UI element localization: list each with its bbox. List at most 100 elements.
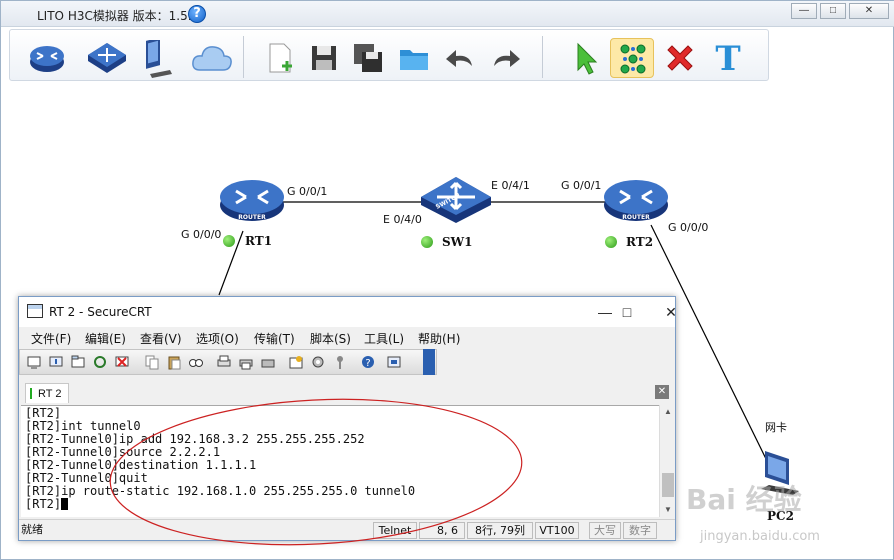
session-options-icon[interactable] xyxy=(288,354,304,370)
scrollbar-thumb[interactable] xyxy=(662,473,674,497)
new-file-icon xyxy=(269,43,292,73)
paste-icon[interactable] xyxy=(166,354,182,370)
text-icon: T xyxy=(715,40,740,76)
delete-tool-button[interactable] xyxy=(658,38,702,78)
router-icon[interactable]: ROUTER xyxy=(603,177,669,223)
status-emulation: VT100 xyxy=(535,522,579,539)
crt-title: RT 2 - SecureCRT xyxy=(49,305,152,319)
keymap-icon[interactable] xyxy=(332,354,348,370)
app-title: LITO H3C模拟器 版本：1.5.2 xyxy=(37,9,200,23)
status-led-rt2 xyxy=(605,236,617,248)
status-rows-cols: 8行, 79列 xyxy=(467,522,533,539)
scroll-up-arrow-icon[interactable]: ▲ xyxy=(660,405,676,419)
find-icon[interactable] xyxy=(188,354,204,370)
port-label-rt2-g000: G 0/0/0 xyxy=(668,221,709,234)
menu-script[interactable]: 脚本(S) xyxy=(310,330,351,347)
delete-x-icon xyxy=(667,45,693,71)
text-tool-button[interactable]: T xyxy=(706,38,750,78)
reconnect-icon[interactable] xyxy=(92,354,108,370)
print-selection-icon[interactable] xyxy=(238,354,254,370)
menu-view[interactable]: 查看(V) xyxy=(140,330,182,347)
disconnect-icon[interactable] xyxy=(114,354,130,370)
title-bar: LITO H3C模拟器 版本：1.5.2 ? — □ ✕ xyxy=(1,1,894,27)
main-toolbar: T xyxy=(9,29,769,81)
undo-button[interactable] xyxy=(438,38,482,78)
menu-transfer[interactable]: 传输(T) xyxy=(254,330,295,347)
crt-status-bar: 就绪 Telnet 8, 6 8行, 79列 VT100 大写 数字 xyxy=(19,519,675,540)
connect-tool-button[interactable] xyxy=(610,38,654,78)
router-icon-label: ROUTER xyxy=(622,214,650,221)
menu-edit[interactable]: 编辑(E) xyxy=(85,330,126,347)
help-icon[interactable]: ? xyxy=(360,354,376,370)
switch-icon[interactable]: SWITCH xyxy=(419,175,493,225)
menu-tools[interactable]: 工具(L) xyxy=(364,330,404,347)
device-name-rt1: RT1 xyxy=(245,234,273,248)
quick-connect-icon[interactable] xyxy=(48,354,64,370)
crt-close-button[interactable]: ✕ xyxy=(649,301,693,323)
port-label-rt1-g001: G 0/0/1 xyxy=(287,185,328,198)
terminal-line: [RT2]ip route-static 192.168.1.0 255.255… xyxy=(25,484,416,498)
save-button[interactable] xyxy=(302,38,346,78)
minimize-button[interactable]: — xyxy=(791,3,817,19)
device-name-rt2: RT2 xyxy=(626,235,654,249)
crt-toolbar: ? xyxy=(19,349,437,375)
nic-label-pc2: 网卡 xyxy=(765,421,787,434)
scroll-down-arrow-icon[interactable]: ▼ xyxy=(660,503,676,517)
help-circle-icon[interactable]: ? xyxy=(188,5,206,23)
switch-icon xyxy=(88,43,126,73)
router-icon-label: ROUTER xyxy=(238,214,266,221)
tab-rt2[interactable]: RT 2 xyxy=(25,383,69,403)
status-num: 数字 xyxy=(623,522,657,539)
maximize-button[interactable]: □ xyxy=(820,3,846,19)
redo-icon xyxy=(494,50,520,67)
securecrt-window: RT 2 - SecureCRT — □ ✕ 文件(F) 编辑(E) 查看(V)… xyxy=(18,296,677,541)
crt-title-bar: RT 2 - SecureCRT — □ ✕ xyxy=(19,297,677,327)
copy-icon[interactable] xyxy=(144,354,160,370)
print-icon[interactable] xyxy=(260,354,276,370)
session-tab-icon[interactable] xyxy=(70,354,86,370)
watermark-logo: Bai 经验 xyxy=(686,483,802,516)
toolbar-overflow-button[interactable] xyxy=(423,349,435,375)
menu-file[interactable]: 文件(F) xyxy=(31,330,71,347)
select-tool-button[interactable] xyxy=(564,38,608,78)
cloud-tool-button[interactable] xyxy=(186,38,232,78)
svg-text:T: T xyxy=(715,40,740,76)
router-icon[interactable]: ROUTER xyxy=(219,177,285,223)
status-led-rt1 xyxy=(223,235,235,247)
router-tool-button[interactable] xyxy=(24,38,68,78)
terminal-scrollbar[interactable]: ▲ ▼ xyxy=(659,405,675,517)
undo-icon xyxy=(446,50,472,67)
pointer-icon xyxy=(577,42,598,75)
tab-connected-indicator xyxy=(30,388,32,399)
crt-maximize-button[interactable]: □ xyxy=(605,301,649,323)
folder-icon xyxy=(400,50,428,70)
save-as-icon xyxy=(354,44,382,72)
terminal-output[interactable]: [RT2] [RT2]int tunnel0 [RT2-Tunnel0]ip a… xyxy=(21,405,659,517)
global-options-icon[interactable] xyxy=(310,354,326,370)
menu-options[interactable]: 选项(O) xyxy=(196,330,239,347)
toolbar-separator xyxy=(243,36,244,78)
status-led-sw1 xyxy=(421,236,433,248)
text-cursor xyxy=(61,498,69,510)
save-as-button[interactable] xyxy=(346,38,390,78)
menu-help[interactable]: 帮助(H) xyxy=(418,330,460,347)
save-icon xyxy=(312,46,336,70)
switch-tool-button[interactable] xyxy=(82,38,126,78)
close-button[interactable]: ✕ xyxy=(849,3,889,19)
tab-close-icon[interactable]: ✕ xyxy=(655,385,669,399)
redo-button[interactable] xyxy=(484,38,528,78)
pc-tool-button[interactable] xyxy=(138,38,182,78)
terminal-prompt: [RT2] xyxy=(25,497,62,511)
status-protocol: Telnet xyxy=(373,522,417,539)
print-setup-icon[interactable] xyxy=(216,354,232,370)
device-name-sw1: SW1 xyxy=(442,235,473,249)
status-cursor-position: 8, 6 xyxy=(419,522,465,539)
tab-label: RT 2 xyxy=(38,388,62,400)
port-label-rt1-g000: G 0/0/0 xyxy=(181,228,222,241)
open-folder-button[interactable] xyxy=(392,38,436,78)
about-icon[interactable] xyxy=(386,354,402,370)
crt-tab-bar: RT 2 xyxy=(19,381,675,403)
svg-text:?: ? xyxy=(365,358,370,369)
new-file-button[interactable] xyxy=(258,38,302,78)
connect-icon[interactable] xyxy=(26,354,42,370)
